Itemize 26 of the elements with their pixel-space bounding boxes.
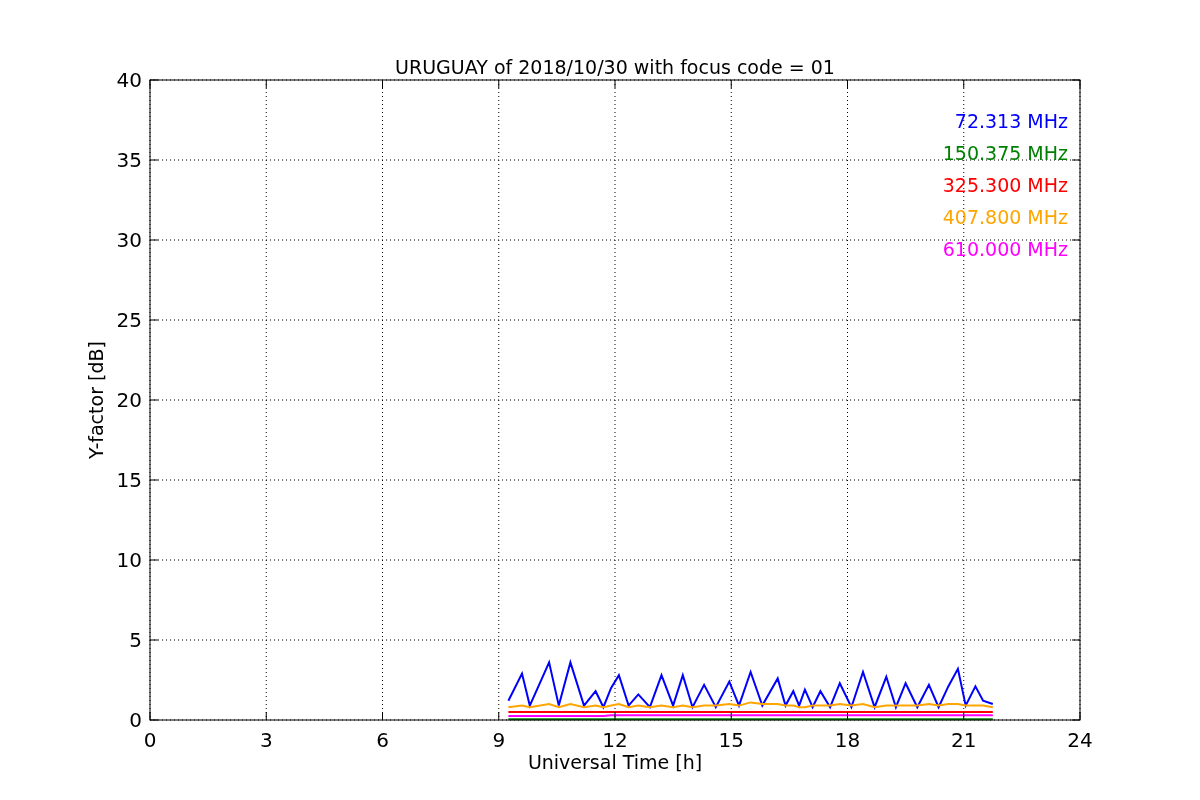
x-tick-label: 9 bbox=[492, 728, 506, 752]
legend-label: 72.313 MHz bbox=[954, 110, 1068, 132]
y-tick-label: 0 bbox=[129, 708, 142, 732]
x-tick-label: 18 bbox=[834, 728, 861, 752]
x-tick-label: 24 bbox=[1067, 728, 1093, 752]
x-tick-label: 6 bbox=[376, 728, 389, 752]
y-tick-label: 30 bbox=[116, 228, 142, 252]
chart-title: URUGUAY of 2018/10/30 with focus code = 01 bbox=[395, 56, 835, 78]
y-tick-label: 35 bbox=[116, 148, 142, 172]
y-tick-label: 20 bbox=[116, 388, 142, 412]
legend-label: 610.000 MHz bbox=[942, 238, 1068, 260]
x-tick-label: 15 bbox=[718, 728, 744, 752]
y-axis-label: Y-factor [dB] bbox=[85, 341, 107, 459]
x-tick-label: 3 bbox=[259, 728, 273, 752]
x-tick-label: 21 bbox=[951, 728, 977, 752]
x-axis-label: Universal Time [h] bbox=[527, 751, 703, 773]
x-tick-label: 0 bbox=[143, 728, 157, 752]
legend-label: 325.300 MHz bbox=[942, 174, 1068, 196]
legend-label: 407.800 MHz bbox=[942, 206, 1068, 228]
y-tick-label: 40 bbox=[116, 68, 142, 92]
y-tick-label: 5 bbox=[129, 628, 142, 652]
legend-label: 150.375 MHz bbox=[942, 142, 1068, 164]
y-tick-label: 10 bbox=[116, 548, 142, 572]
y-tick-label: 15 bbox=[116, 468, 142, 492]
y-tick-label: 25 bbox=[116, 308, 142, 332]
x-tick-label: 12 bbox=[602, 728, 628, 752]
